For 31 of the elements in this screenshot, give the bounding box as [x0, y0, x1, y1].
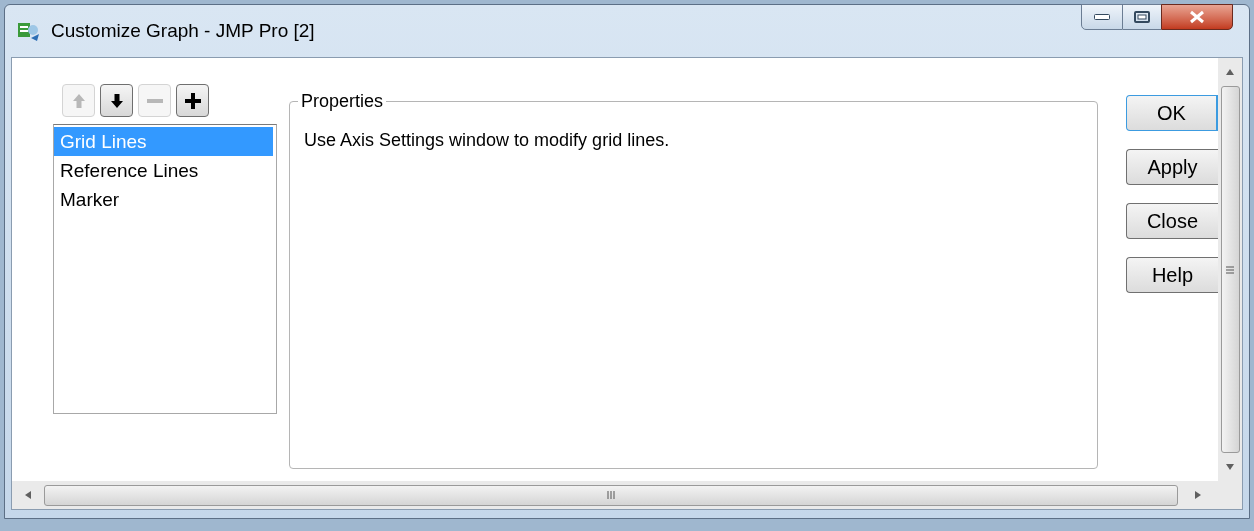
minimize-button[interactable]: [1081, 4, 1123, 30]
dialog-button[interactable]: Close: [1126, 203, 1218, 239]
group-legend: Properties: [298, 88, 387, 115]
maximize-button[interactable]: [1123, 4, 1161, 30]
scroll-left-icon: [24, 490, 32, 500]
add-button[interactable]: [176, 84, 209, 117]
scrollbar-thumb[interactable]: [1220, 86, 1240, 453]
close-icon: [1189, 10, 1205, 24]
up-arrow-icon: [71, 92, 86, 109]
grip-icon: [1226, 265, 1234, 274]
scroll-right-icon: [1194, 490, 1202, 500]
vertical-scrollbar[interactable]: [1218, 58, 1242, 481]
list-item[interactable]: Marker: [54, 185, 273, 214]
down-button[interactable]: [100, 84, 133, 117]
window-title: Customize Graph - JMP Pro [2]: [51, 18, 315, 43]
dialog-button[interactable]: OK: [1126, 95, 1218, 131]
app-icon: [17, 20, 41, 42]
scroll-down-icon: [1225, 463, 1235, 471]
minus-icon: [146, 98, 163, 103]
list-item[interactable]: Reference Lines: [54, 156, 273, 185]
properties-message: Use Axis Settings window to modify grid lines.: [304, 129, 671, 152]
close-window-button[interactable]: [1161, 4, 1233, 30]
grip-icon: [607, 491, 615, 499]
down-arrow-icon: [109, 92, 124, 109]
plus-icon: [184, 92, 201, 109]
maximize-icon: [1134, 11, 1150, 23]
minimize-icon: [1094, 14, 1110, 20]
horizontal-scrollbar-thumb[interactable]: [44, 484, 1178, 506]
dialog-button[interactable]: Help: [1126, 257, 1218, 293]
dialog-button[interactable]: Apply: [1126, 149, 1218, 185]
scroll-up-icon: [1225, 68, 1235, 76]
